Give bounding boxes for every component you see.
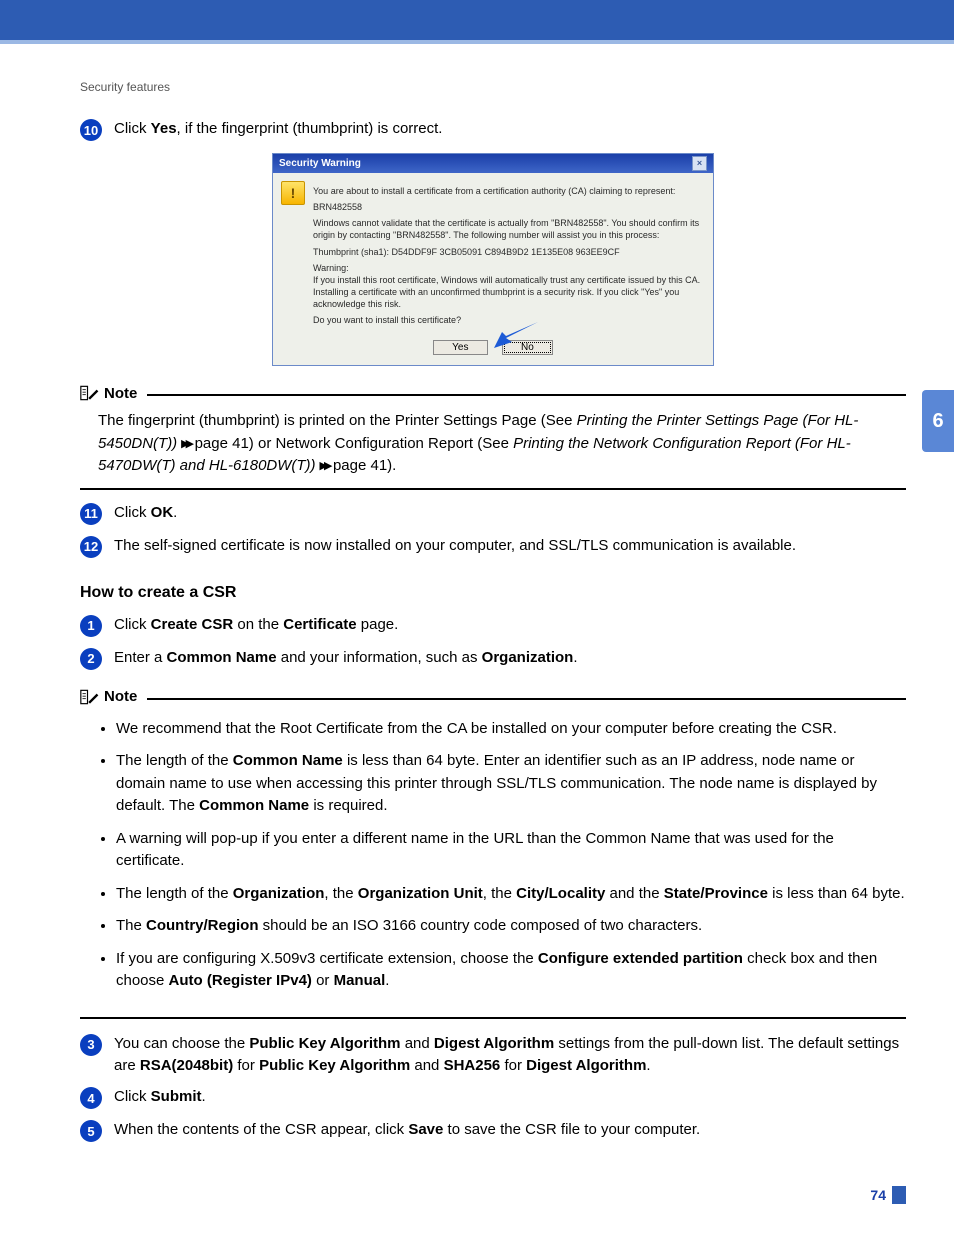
dialog-figure: Security Warning × ! You are about to in…: [80, 153, 906, 366]
list-item: If you are configuring X.509v3 certifica…: [116, 948, 906, 993]
csr-step-4: 4 Click Submit.: [80, 1086, 906, 1109]
list-item: The length of the Common Name is less th…: [116, 750, 906, 818]
pointer-arrow-icon: [488, 320, 542, 353]
note-label: Note: [104, 688, 137, 705]
step-badge: 5: [80, 1120, 102, 1142]
note-body: The fingerprint (thumbprint) is printed …: [80, 408, 906, 490]
step-badge: 11: [80, 503, 102, 525]
csr-heading: How to create a CSR: [80, 584, 906, 602]
step-text: When the contents of the CSR appear, cli…: [114, 1119, 906, 1141]
footer-bar: [892, 1186, 906, 1204]
warning-icon: !: [281, 181, 305, 205]
list-item: The length of the Organization, the Orga…: [116, 883, 906, 906]
security-warning-dialog: Security Warning × ! You are about to in…: [272, 153, 714, 366]
step-badge: 10: [80, 119, 102, 141]
note-heading: Note: [80, 384, 906, 402]
step-badge: 2: [80, 648, 102, 670]
note-list: We recommend that the Root Certificate f…: [98, 718, 906, 993]
step-12: 12 The self-signed certificate is now in…: [80, 535, 906, 558]
top-bar: [0, 0, 954, 44]
page-footer: 74: [80, 1186, 906, 1204]
dialog-body: ! You are about to install a certificate…: [273, 173, 713, 338]
step-10: 10 Click Yes, if the fingerprint (thumbp…: [80, 118, 906, 141]
csr-step-1: 1 Click Create CSR on the Certificate pa…: [80, 614, 906, 637]
step-badge: 3: [80, 1034, 102, 1056]
note-body-2: We recommend that the Root Certificate f…: [80, 712, 906, 1019]
step-badge: 12: [80, 536, 102, 558]
step-text: Click Yes, if the fingerprint (thumbprin…: [114, 118, 906, 140]
note-label: Note: [104, 385, 137, 402]
step-badge: 4: [80, 1087, 102, 1109]
list-item: We recommend that the Root Certificate f…: [116, 718, 906, 741]
step-text: Click Submit.: [114, 1086, 906, 1108]
list-item: A warning will pop-up if you enter a dif…: [116, 828, 906, 873]
csr-step-2: 2 Enter a Common Name and your informati…: [80, 647, 906, 670]
close-icon[interactable]: ×: [692, 156, 707, 171]
note-icon: [80, 384, 100, 402]
note-heading-2: Note: [80, 688, 906, 706]
chapter-tab[interactable]: 6: [922, 390, 954, 452]
step-badge: 1: [80, 615, 102, 637]
list-item: The Country/Region should be an ISO 3166…: [116, 915, 906, 938]
page-number: 74: [870, 1187, 886, 1203]
yes-button[interactable]: Yes: [433, 340, 487, 355]
dialog-titlebar: Security Warning ×: [273, 154, 713, 173]
note-icon: [80, 688, 100, 706]
csr-step-5: 5 When the contents of the CSR appear, c…: [80, 1119, 906, 1142]
note-rule: [147, 394, 906, 396]
page-content: Security features 10 Click Yes, if the f…: [0, 44, 954, 1228]
step-11: 11 Click OK.: [80, 502, 906, 525]
step-text: You can choose the Public Key Algorithm …: [114, 1033, 906, 1077]
step-text: Click OK.: [114, 502, 906, 524]
step-text: The self-signed certificate is now insta…: [114, 535, 906, 557]
step-text: Click Create CSR on the Certificate page…: [114, 614, 906, 636]
section-title: Security features: [80, 80, 906, 94]
dialog-title: Security Warning: [279, 157, 361, 171]
csr-step-3: 3 You can choose the Public Key Algorith…: [80, 1033, 906, 1077]
note-rule: [147, 698, 906, 700]
dialog-buttons: Yes No: [273, 338, 713, 365]
step-text: Enter a Common Name and your information…: [114, 647, 906, 669]
